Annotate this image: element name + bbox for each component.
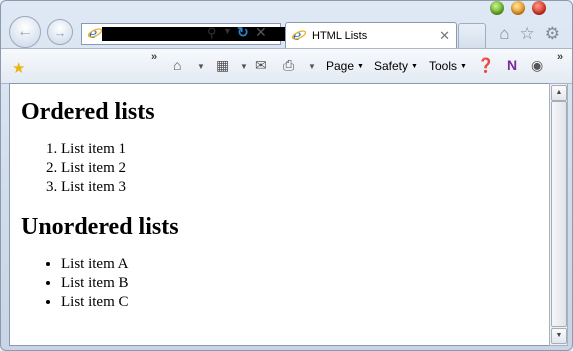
chevron-right-icon[interactable]: »: [557, 51, 563, 63]
forward-button[interactable]: →: [47, 19, 73, 45]
page-menu-label: Page: [326, 59, 355, 73]
unordered-heading: Unordered lists: [21, 214, 179, 240]
stop-icon[interactable]: ✕: [255, 24, 267, 41]
tools-menu-arrow-icon: ▼: [460, 63, 467, 71]
scroll-thumb[interactable]: [551, 101, 567, 327]
list-item: List item 3: [61, 178, 550, 197]
browser-window: ← → e ⚲ ▼ ↻ ✕ e HTML Lists ✕ ⌂ ☆ ⚙ ★ » ⌂…: [0, 0, 573, 351]
help-icon[interactable]: ❓: [477, 57, 494, 74]
tools-menu[interactable]: Tools ▼: [429, 59, 467, 73]
back-arrow-icon: ←: [17, 23, 33, 40]
list-item: List item 1: [61, 140, 550, 159]
scroll-down-icon[interactable]: ▼: [551, 328, 567, 344]
page-menu[interactable]: Page ▼: [326, 59, 364, 73]
unordered-list: List item A List item B List item C: [10, 255, 550, 312]
back-button[interactable]: ←: [9, 16, 41, 48]
safety-menu-arrow-icon: ▼: [411, 63, 418, 71]
minimize-button[interactable]: [490, 1, 504, 15]
add-favorites-icon[interactable]: ★: [12, 59, 25, 77]
safety-menu[interactable]: Safety ▼: [374, 59, 418, 73]
list-item: List item B: [61, 274, 550, 293]
feeds-icon[interactable]: ▦: [216, 57, 229, 74]
scroll-up-icon[interactable]: ▲: [551, 85, 567, 101]
home-dropdown-icon[interactable]: ▼: [197, 62, 205, 71]
list-item: List item C: [61, 293, 550, 312]
page-content: Ordered lists List item 1 List item 2 Li…: [9, 83, 551, 346]
eye-icon[interactable]: ◉: [531, 57, 543, 74]
mail-icon[interactable]: ✉: [255, 57, 267, 74]
onenote-icon[interactable]: N: [507, 57, 517, 73]
forward-arrow-icon: →: [53, 24, 67, 40]
home-command-icon[interactable]: ⌂: [173, 57, 181, 73]
safety-menu-label: Safety: [374, 59, 409, 73]
list-item: List item 2: [61, 159, 550, 178]
gear-icon[interactable]: ⚙: [545, 24, 560, 44]
ordered-heading: Ordered lists: [21, 99, 155, 125]
feeds-dropdown-icon[interactable]: ▼: [240, 62, 248, 71]
window-controls: [490, 1, 546, 15]
address-bar[interactable]: e ⚲ ▼ ↻ ✕: [81, 23, 286, 45]
print-icon[interactable]: ⎙: [283, 57, 294, 74]
vertical-scrollbar[interactable]: ▲ ▼: [549, 83, 568, 346]
page-menu-arrow-icon: ▼: [357, 63, 364, 71]
tools-menu-label: Tools: [429, 59, 458, 73]
maximize-button[interactable]: [511, 1, 525, 15]
tab-ie-icon: e: [291, 28, 307, 47]
ordered-list: List item 1 List item 2 List item 3: [10, 140, 550, 197]
print-dropdown-icon[interactable]: ▼: [308, 62, 316, 71]
top-right-icons: ⌂ ☆ ⚙: [499, 24, 560, 44]
new-tab-button[interactable]: [458, 23, 486, 50]
tab-title: HTML Lists: [312, 30, 368, 42]
ie-logo-icon: e: [87, 26, 103, 45]
list-item: List item A: [61, 255, 550, 274]
chevron-icon[interactable]: »: [151, 51, 157, 63]
home-icon[interactable]: ⌂: [499, 24, 509, 44]
refresh-icon[interactable]: ↻: [237, 24, 249, 41]
address-dropdown-icon[interactable]: ▼: [223, 26, 232, 36]
command-bar: ★ » ⌂ ▼ ▦ ▼ ✉ ⎙ ▼ Page ▼ Safety ▼ Tools ▼ ❓…: [1, 48, 572, 84]
star-icon[interactable]: ☆: [520, 24, 535, 44]
search-icon[interactable]: ⚲: [207, 25, 217, 41]
close-window-button[interactable]: [532, 1, 546, 15]
close-tab-icon[interactable]: ✕: [439, 28, 450, 44]
tab-html-lists[interactable]: e HTML Lists ✕: [285, 22, 457, 49]
